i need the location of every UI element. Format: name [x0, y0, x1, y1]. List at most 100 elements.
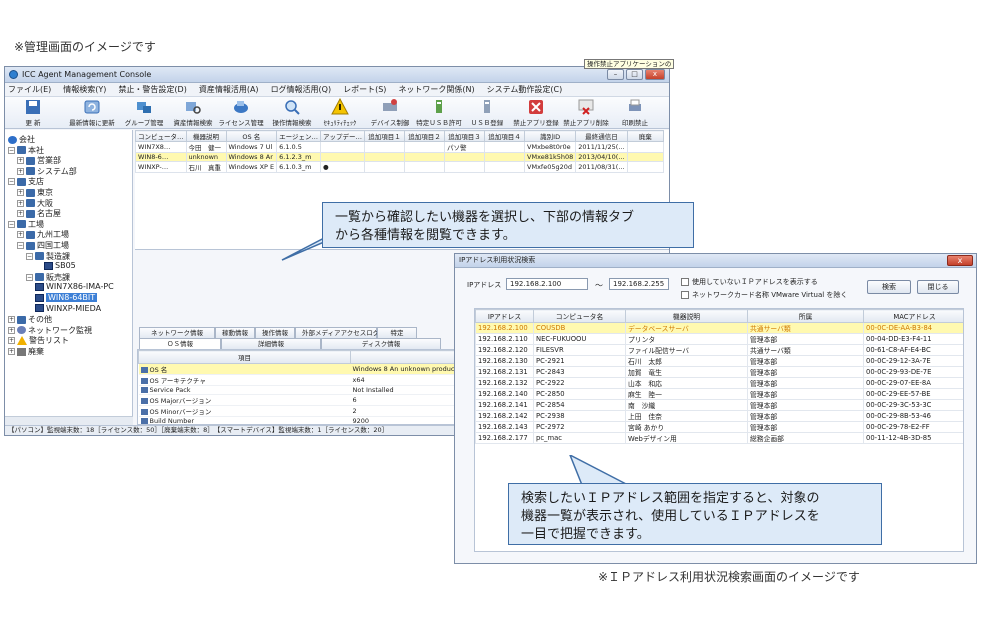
dialog-close-icon[interactable]: x — [947, 255, 973, 266]
menu-item[interactable]: ネットワーク関係(N) — [398, 84, 474, 95]
column-header[interactable]: 廃棄 — [626, 130, 664, 142]
toolbar-button[interactable]: 操作情報検索 — [267, 98, 317, 128]
tree-node[interactable]: + 大阪 — [17, 198, 53, 209]
tree-node[interactable]: + システム部 — [17, 166, 77, 177]
table-row[interactable]: WINXP-… 石川 真重 Windows XP E 6.1.0.3_m ● VMxfe0… — [135, 161, 664, 173]
column-header[interactable]: コンピュータ… — [135, 130, 187, 142]
ip-table-row[interactable]: 192.168.2.141 PC-2854 南 沙織 管理本部 00-0C-29-3C-… — [475, 399, 963, 411]
tree-node[interactable]: + 営業部 — [17, 155, 61, 166]
ip-column-header[interactable]: コンピュータ名 — [533, 309, 626, 323]
tree-node[interactable]: + その他 — [8, 314, 52, 325]
info-subtab[interactable]: ＯＳ情報 — [139, 338, 221, 349]
column-header[interactable]: 識別ID — [524, 130, 577, 142]
ip-column-header[interactable]: IPアドレス — [475, 309, 534, 323]
tree-node[interactable]: + 名古屋 — [17, 208, 61, 219]
menu-item[interactable]: 情報検索(Y) — [63, 84, 106, 95]
ip-from-input[interactable]: 192.168.2.100 — [506, 278, 588, 290]
menu-item[interactable]: 禁止・警告設定(D) — [118, 84, 186, 95]
toolbar-button[interactable]: デバイス制御 — [368, 98, 412, 128]
ip-table-row[interactable]: 192.168.2.110 NEC-FUKUOOU プリンタ 管理本部 00-04-DD… — [475, 333, 963, 345]
toolbar-button[interactable]: 更 新 — [13, 98, 53, 128]
menu-item[interactable]: 資産情報活用(A) — [199, 84, 259, 95]
ip-table-row[interactable]: 192.168.2.143 PC-2972 宮崎 あかり 管理本部 00-0C-29-7… — [475, 421, 963, 433]
column-header[interactable]: アップデー… — [320, 130, 366, 142]
tree-expander-icon[interactable]: + — [17, 157, 24, 165]
menu-item[interactable]: レポート(S) — [343, 84, 386, 95]
ip-table-row[interactable]: 192.168.2.120 FILESVR ファイル配信サーバ 共通サーバ類 00-61… — [475, 344, 963, 356]
toolbar-button[interactable]: 禁止アプリ登録 — [513, 98, 559, 128]
info-tab[interactable]: 特定 — [377, 327, 417, 338]
tree-node[interactable]: − 支店 — [8, 176, 44, 187]
maximize-button[interactable]: □ — [626, 69, 643, 80]
tree-node[interactable]: SB05 — [44, 261, 76, 270]
table-row[interactable]: WIN7X8… 今田 健一 Windows 7 Ul 6.1.0.5 パソ警 VMxbe8… — [135, 141, 664, 153]
info-subtab[interactable]: 詳細情報 — [221, 338, 321, 349]
info-tab[interactable]: 外部メディアアクセスログ — [295, 327, 379, 338]
info-tab[interactable]: ネットワーク情報 — [139, 327, 215, 338]
show-unused-checkbox[interactable]: 使用していないＩＰアドレスを表示する — [681, 277, 818, 287]
dialog-close-button[interactable]: 閉じる — [917, 280, 959, 294]
toolbar-button[interactable]: ＵＳＢ登録 — [465, 98, 509, 128]
toolbar-button[interactable]: 禁止アプリ削除 — [561, 98, 611, 128]
exclude-vmware-checkbox[interactable]: ネットワークカード名称 VMware Virtual を除く — [681, 290, 847, 300]
toolbar-button[interactable]: 資産情報検索 — [171, 98, 215, 128]
ip-column-header[interactable]: MACアドレス — [863, 309, 963, 323]
toolbar-button[interactable]: グループ管理 — [121, 98, 167, 128]
column-header[interactable]: 機器説明 — [185, 130, 227, 142]
tree-expander-icon[interactable]: + — [17, 231, 24, 239]
tree-expander-icon[interactable]: + — [17, 189, 24, 196]
toolbar-button[interactable]: ライセンス管理 — [217, 98, 265, 128]
tree-expander-icon[interactable]: + — [8, 337, 15, 345]
tree-expander-icon[interactable]: + — [8, 348, 15, 355]
tree-node[interactable]: − 四国工場 — [17, 240, 69, 251]
tree-expander-icon[interactable]: − — [17, 242, 24, 249]
ip-table-row[interactable]: 192.168.2.177 pc_mac Webデザイン用 総務企画部 00-11-12… — [475, 432, 963, 444]
checkbox-box[interactable] — [681, 291, 689, 299]
column-header[interactable]: エージェン… — [276, 130, 322, 142]
tree-expander-icon[interactable]: − — [8, 178, 15, 186]
tree-node[interactable]: − 工場 — [8, 219, 44, 230]
menu-item[interactable]: システム動作設定(C) — [487, 84, 563, 95]
info-tab[interactable]: 稼動情報 — [215, 327, 255, 338]
ip-table-row[interactable]: 192.168.2.142 PC-2938 上田 佳奈 管理本部 00-0C-29-8B… — [475, 410, 963, 422]
tree-expander-icon[interactable]: − — [8, 220, 15, 228]
toolbar-button[interactable]: 特定ＵＳＢ許可 — [415, 98, 463, 128]
ip-column-header[interactable]: 機器説明 — [625, 309, 748, 323]
ip-table-row[interactable]: 192.168.2.132 PC-2922 山本 和応 管理本部 00-0C-29-07… — [475, 377, 963, 389]
info-subtab[interactable]: ディスク情報 — [321, 338, 441, 349]
tree-expander-icon[interactable]: + — [17, 167, 24, 175]
search-button[interactable]: 検索 — [867, 280, 911, 294]
ip-table-row[interactable]: 192.168.2.140 PC-2850 麻生 陸一 管理本部 00-0C-29-EE… — [475, 388, 963, 400]
tree-node[interactable]: + 東京 — [17, 187, 53, 198]
tree-node[interactable]: WINXP-MIEDA — [35, 304, 101, 313]
info-tab[interactable]: 操作情報 — [255, 327, 295, 338]
tree-horizontal-scrollbar[interactable] — [5, 416, 133, 425]
tree-node[interactable]: + 廃棄 — [8, 346, 44, 357]
column-header[interactable]: 追加項目２ — [404, 130, 446, 142]
checkbox-box[interactable] — [681, 278, 689, 286]
tree-node[interactable]: − 本社 — [8, 145, 44, 156]
column-header[interactable]: 追加項目３ — [444, 130, 486, 142]
toolbar-button[interactable]: 最新情報に更新 — [67, 98, 117, 128]
tree-node[interactable]: WIN7X86-IMA-PC — [35, 282, 114, 291]
tree-node[interactable]: WIN8-64BIT — [35, 293, 98, 302]
column-header[interactable]: OS 名 — [225, 130, 278, 142]
ip-table-row[interactable]: 192.168.2.130 PC-2921 石川 太郎 管理本部 00-0C-29-12… — [475, 355, 963, 367]
tree-expander-icon[interactable]: + — [17, 210, 24, 218]
minimize-button[interactable]: – — [607, 69, 624, 80]
ip-to-input[interactable]: 192.168.2.255 — [609, 278, 669, 290]
toolbar-button[interactable]: ｾｷｭﾘﾃｨﾁｪｯｸ — [320, 98, 360, 128]
tree-expander-icon[interactable]: − — [26, 252, 33, 260]
tree-node[interactable]: − 販売課 — [26, 272, 70, 283]
menu-item[interactable]: ファイル(E) — [8, 84, 51, 95]
tree-expander-icon[interactable]: + — [8, 326, 15, 334]
column-header[interactable]: 最終通信日 — [575, 130, 628, 142]
toolbar-button[interactable]: 印刷禁止 — [615, 98, 655, 128]
tree-expander-icon[interactable]: − — [8, 146, 15, 154]
column-header[interactable]: 追加項目１ — [364, 130, 406, 142]
tree-node[interactable]: + 警告リスト — [8, 335, 69, 346]
ip-table-row[interactable]: 192.168.2.100 COUSDB データベースサーバ 共通サーバ類 00-0C-… — [475, 322, 963, 334]
tree-expander-icon[interactable]: + — [17, 199, 24, 207]
tree-expander-icon[interactable]: + — [8, 316, 15, 324]
tree-node[interactable]: 会社 — [8, 134, 35, 145]
